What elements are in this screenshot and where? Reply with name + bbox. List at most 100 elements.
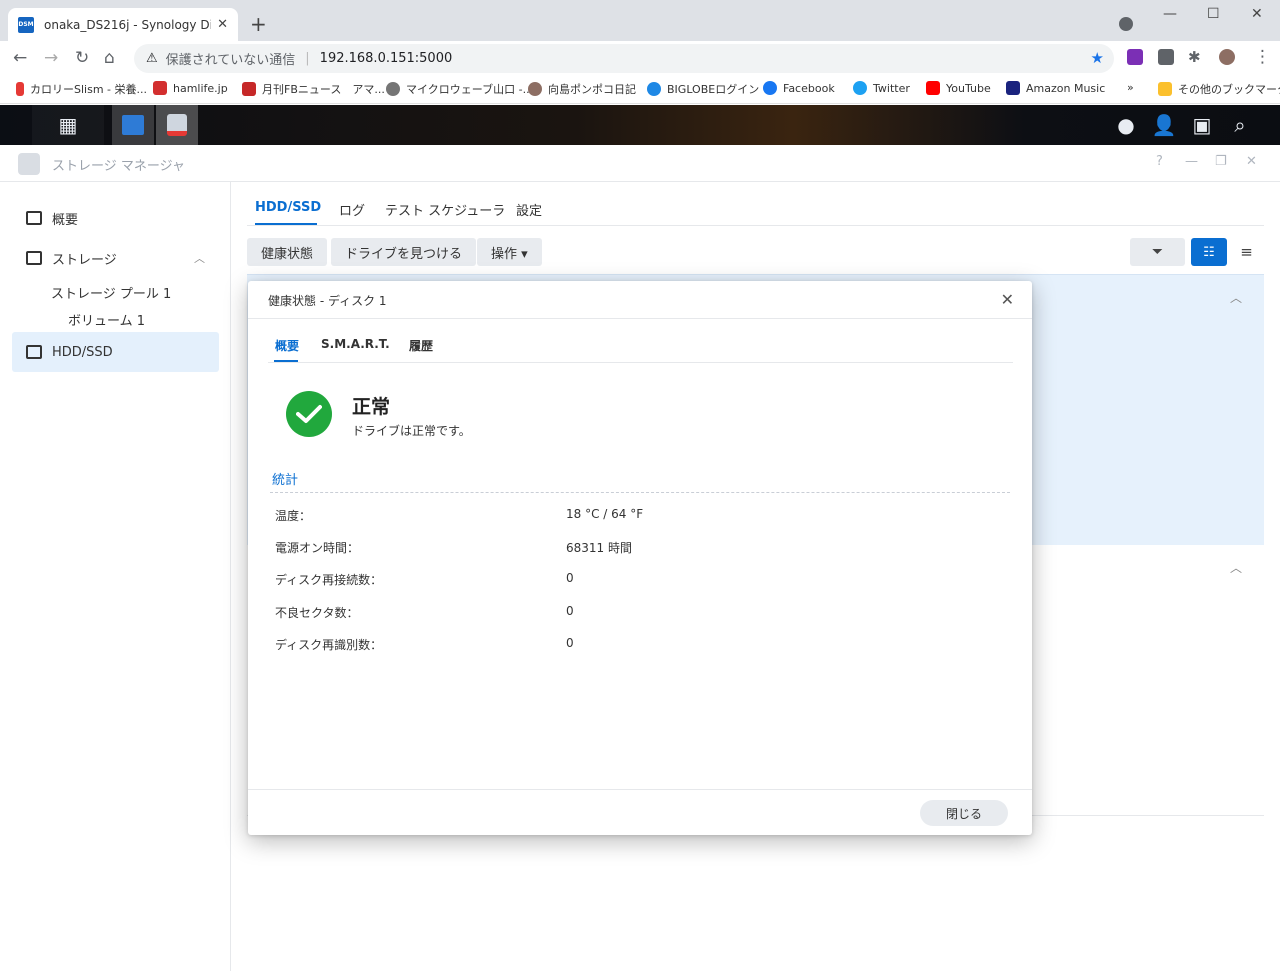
chevron-up-icon[interactable]: ︿ — [194, 250, 205, 266]
health-dialog: 健康状態 - ディスク 1 ✕ 概要 S.M.A.R.T. 履歴 正常 ドライブ… — [248, 281, 1032, 835]
forward-icon[interactable]: → — [44, 48, 58, 68]
tab-test-scheduler[interactable]: テスト スケジューラ — [385, 200, 505, 219]
bookmark-label: Twitter — [873, 81, 910, 95]
maximize-icon[interactable]: ☐ — [1207, 6, 1220, 22]
close-button[interactable]: 閉じる — [920, 800, 1008, 826]
stat-value: 68311 時間 — [566, 541, 632, 555]
bookmark-item[interactable]: Facebook — [763, 81, 835, 95]
puzzle-icon[interactable]: ✱ — [1188, 48, 1201, 66]
close-icon[interactable]: ✕ — [1246, 154, 1257, 169]
stat-row-reconnect-count: ディスク再接続数： 0 — [275, 571, 1005, 591]
amazon-music-icon — [1006, 81, 1020, 95]
stat-value: 18 °C / 64 °F — [566, 507, 644, 521]
browser-tab[interactable]: DSM onaka_DS216j - Synology DiskSt ✕ — [8, 8, 238, 41]
bookmark-label: マイクロウェーブ山口 -... — [406, 83, 534, 96]
sidebar-item-storage[interactable]: ストレージ ︿ — [12, 238, 219, 278]
stats-heading: 統計 — [272, 473, 299, 488]
home-icon[interactable]: ⌂ — [104, 48, 115, 68]
dialog-footer: 閉じる — [248, 789, 1032, 835]
tab-smart[interactable]: S.M.A.R.T. — [321, 337, 390, 351]
tab-hdd-ssd[interactable]: HDD/SSD — [255, 200, 321, 215]
taskbar-app-file-station[interactable] — [112, 105, 154, 145]
health-button[interactable]: 健康状態 — [247, 238, 328, 266]
chevron-up-icon[interactable]: ︿ — [1230, 289, 1242, 306]
sidebar-item-hdd-ssd[interactable]: HDD/SSD — [12, 332, 219, 372]
bookmarks-overflow-button[interactable]: » — [1127, 81, 1134, 94]
address-bar[interactable]: ⚠ 保護されていない通信 | 192.168.0.151:5000 ★ — [134, 44, 1114, 73]
bookmark-label: その他のブックマーク — [1178, 83, 1280, 96]
active-tab-indicator — [274, 360, 298, 362]
reload-icon[interactable]: ↻ — [75, 48, 89, 68]
window-close-icon[interactable]: ✕ — [1251, 6, 1263, 22]
bookmark-item[interactable]: YouTube — [926, 81, 991, 95]
bookmark-item[interactable]: マイクロウェーブ山口 -... — [386, 81, 533, 97]
bookmark-label: 月刊FBニュース アマ... — [262, 83, 385, 96]
tab-overview[interactable]: 概要 — [275, 337, 299, 354]
bookmark-item[interactable]: BIGLOBEログイン — [647, 81, 759, 97]
sidebar-item-storage-pool[interactable]: ストレージ プール 1 — [51, 283, 171, 302]
sidebar: 概要 ストレージ ︿ ストレージ プール 1 ボリューム 1 HDD/SSD — [0, 182, 231, 971]
status-title: 正常 — [352, 396, 391, 418]
onenote-icon[interactable] — [1127, 49, 1143, 65]
bookmark-item[interactable]: カロリーSlism - 栄養... — [16, 81, 147, 97]
bookmark-label: Facebook — [783, 81, 835, 95]
find-drive-button[interactable]: ドライブを見つける — [331, 238, 477, 266]
bookmark-item[interactable]: hamlife.jp — [153, 81, 228, 95]
sidebar-item-overview[interactable]: 概要 — [12, 198, 219, 238]
action-menu-button[interactable]: 操作 ▾ — [477, 238, 542, 266]
bookmark-favicon-icon — [386, 82, 400, 96]
search-button[interactable]: ⌕ — [1222, 105, 1258, 145]
url-text: 192.168.0.151:5000 — [319, 51, 453, 66]
taskbar-app-storage-manager[interactable] — [156, 105, 198, 145]
storage-manager-icon — [167, 114, 187, 136]
app-title-bar: ストレージ マネージャ ? — ❐ ✕ — [0, 145, 1280, 182]
insecure-label: 保護されていない通信 — [165, 53, 296, 68]
detail-view-button[interactable]: ☷ — [1191, 238, 1227, 266]
back-icon[interactable]: ← — [13, 48, 27, 68]
bookmark-item[interactable]: 月刊FBニュース アマ... — [242, 81, 385, 97]
stat-label: 温度： — [275, 509, 312, 523]
bookmark-item[interactable]: Twitter — [853, 81, 910, 95]
list-view-button[interactable]: ≡ — [1229, 238, 1264, 266]
user-button[interactable]: 👤 — [1146, 105, 1182, 145]
avatar[interactable] — [1219, 49, 1235, 65]
list-icon: ≡ — [1240, 243, 1253, 261]
notifications-button[interactable]: ● — [1108, 105, 1144, 145]
help-icon[interactable]: ? — [1156, 154, 1163, 169]
warning-icon[interactable]: ⚠ — [146, 51, 158, 66]
menu-dots-icon[interactable]: ⋮ — [1254, 47, 1271, 67]
tab-history[interactable]: 履歴 — [409, 337, 433, 354]
bookmark-item[interactable]: 向島ポンポコ日記 — [528, 81, 636, 97]
minimize-icon[interactable]: — — [1185, 154, 1198, 169]
widgets-button[interactable]: ▣ — [1184, 105, 1220, 145]
minimize-icon[interactable]: — — [1163, 6, 1177, 22]
chat-bubble-icon: ● — [1117, 113, 1135, 137]
separator: | — [305, 51, 310, 66]
extension-icon[interactable] — [1158, 49, 1174, 65]
chevron-up-icon[interactable]: ︿ — [1230, 559, 1242, 576]
bookmark-star-icon[interactable]: ★ — [1091, 49, 1104, 67]
bookmark-item[interactable]: Amazon Music — [1006, 81, 1105, 95]
other-bookmarks[interactable]: その他のブックマーク — [1158, 81, 1280, 97]
status-ok-icon — [286, 391, 332, 437]
active-tab-indicator — [255, 223, 317, 225]
checkmark-icon — [296, 405, 322, 423]
main-menu-button[interactable]: ▦ — [32, 105, 104, 145]
folder-icon — [1158, 82, 1172, 96]
tab-close-icon[interactable]: ✕ — [217, 17, 228, 32]
tab-settings[interactable]: 設定 — [516, 200, 542, 219]
bookmark-favicon-icon — [242, 82, 256, 96]
user-icon: 👤 — [1151, 113, 1177, 137]
app-title: ストレージ マネージャ — [52, 159, 185, 174]
new-tab-button[interactable]: + — [250, 12, 267, 36]
sidebar-item-volume[interactable]: ボリューム 1 — [68, 310, 145, 329]
stat-label: ディスク再識別数： — [275, 638, 383, 652]
bookmarks-bar: カロリーSlism - 栄養... hamlife.jp 月刊FBニュース アマ… — [0, 76, 1280, 104]
tab-log[interactable]: ログ — [339, 200, 365, 219]
filter-button[interactable]: ⏷ — [1130, 238, 1185, 266]
twitter-icon — [853, 81, 867, 95]
tab-search-icon[interactable] — [1119, 17, 1133, 31]
restore-icon[interactable]: ❐ — [1215, 154, 1227, 169]
bookmark-favicon-icon — [647, 82, 661, 96]
close-icon[interactable]: ✕ — [1001, 290, 1014, 309]
